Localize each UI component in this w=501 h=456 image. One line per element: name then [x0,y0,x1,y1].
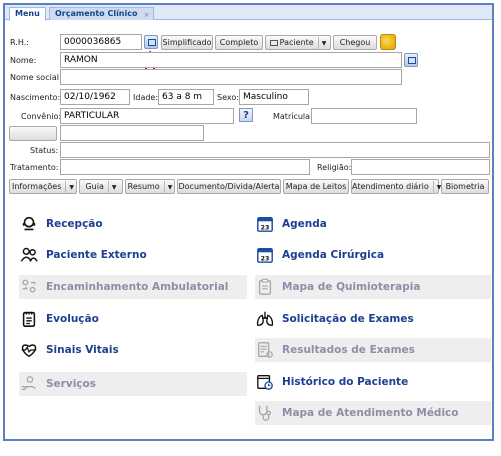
menu-mapa-atendimento-medico[interactable]: Mapa de Atendimento Médico [255,401,491,425]
menu-encaminhamento-ambulatorial[interactable]: Encaminhamento Ambulatorial [19,275,247,299]
menu-servicos[interactable]: Serviços [19,372,247,396]
rh-field[interactable]: 0000036865 [60,34,142,50]
nome-search-icon[interactable] [404,53,418,67]
tab-menu[interactable]: Menu [9,7,46,21]
hand-service-icon [19,374,39,394]
tratamento-label: Tratamento: [10,163,59,172]
rh-search-icon[interactable] [144,35,158,49]
svg-text:23: 23 [261,255,270,262]
menu-paciente-externo[interactable]: Paciente Externo [19,243,245,267]
stethoscope-icon [255,403,275,423]
chevron-down-icon: ▼ [65,181,74,194]
history-icon [255,372,275,392]
chegou-button[interactable]: Chegou [333,35,377,50]
hand-icon-button[interactable] [380,34,396,50]
chevron-down-icon: ▼ [317,37,326,50]
idade-label: Idade: [133,93,159,102]
paciente-button[interactable]: Paciente ▼ [265,35,331,50]
lungs-icon [255,309,275,329]
completo-button[interactable]: Completo [215,35,263,50]
referral-icon [19,277,39,297]
printer-icon [269,40,278,46]
menu-recepcao[interactable]: Recepção [19,212,245,236]
nome-field[interactable]: RAMON [60,52,402,68]
simplificado-button[interactable]: Simplificado [161,35,213,50]
notepad-icon [19,309,39,329]
idade-field[interactable]: 63 a 8 m [158,89,214,105]
menu-agenda-cirurgica[interactable]: 23 Agenda Cirúrgica [255,243,491,267]
nome-social-label: Nome social: [10,73,62,82]
people-icon [19,245,39,265]
guia-button[interactable]: Guia ▼ [79,179,123,194]
rh-label: R.H.: [10,38,29,47]
mapa-leitos-button[interactable]: Mapa de Leitos [283,179,349,194]
chevron-down-icon: ▼ [107,181,117,194]
status-field[interactable] [60,142,490,158]
calendar-icon: 23 [255,245,275,265]
documento-button[interactable]: Documento/Divida/Alerta [177,179,281,194]
menu-agenda[interactable]: 23 Agenda [255,212,491,236]
sexo-label: Sexo: [217,93,239,102]
headset-icon [19,214,39,234]
clipboard-icon [255,277,275,297]
extra-field[interactable] [60,125,204,141]
convenio-help-icon[interactable]: ? [239,108,253,122]
resumo-button[interactable]: Resumo ▼ [125,179,175,194]
nome-label: Nome: [10,56,37,65]
close-tab-icon[interactable]: × [144,9,150,21]
religiao-label: Religião: [317,163,352,172]
heartbeat-icon [19,340,39,360]
results-icon [255,340,275,360]
matricula-field[interactable] [311,108,417,124]
convenio-field[interactable]: PARTICULAR [60,108,234,124]
atendimento-diario-button[interactable]: Atendimento diário ▼ [351,179,441,194]
menu-historico-paciente[interactable]: Histórico do Paciente [255,370,491,394]
tab-bar: Menu Orçamento Clínico × [5,5,492,21]
informacoes-button[interactable]: Informações ▼ [9,179,77,194]
main-window: Menu Orçamento Clínico × R.H.: 000003686… [3,3,494,441]
matricula-label: Matrícula: [273,112,313,121]
status-label: Status: [30,146,59,155]
nascimento-label: Nascimento: [10,93,61,102]
menu-solicitacao-exames[interactable]: Solicitação de Exames [255,307,491,331]
extra-button[interactable] [9,126,57,141]
menu-evolucao[interactable]: Evolução [19,307,245,331]
calendar-icon: 23 [255,214,275,234]
sexo-field[interactable]: Masculino [239,89,309,105]
menu-sinais-vitais[interactable]: Sinais Vitais [19,338,245,362]
nome-social-field[interactable] [60,69,402,85]
menu-mapa-quimioterapia[interactable]: Mapa de Quimioterapia [255,275,491,299]
convenio-label: Convênio: [21,112,62,121]
religiao-field[interactable] [351,159,490,175]
chevron-down-icon: ▼ [163,181,172,194]
tratamento-field[interactable] [60,159,310,175]
svg-text:23: 23 [261,224,270,231]
tab-orcamento-clinico[interactable]: Orçamento Clínico × [49,7,155,21]
menu-resultados-exames[interactable]: Resultados de Exames [255,338,491,362]
biometria-button[interactable]: Biometria [441,179,489,194]
nascimento-field[interactable]: 02/10/1962 [60,89,130,105]
